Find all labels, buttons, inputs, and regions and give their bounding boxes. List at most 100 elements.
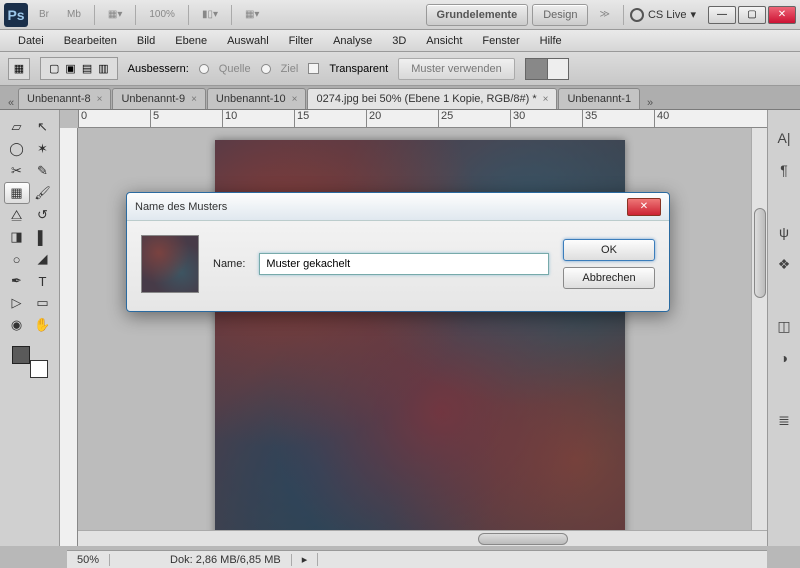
extras-icon[interactable]: ▦▾ [238, 6, 266, 23]
pattern-name-dialog: Name des Musters ✕ Name: OK Abbrechen [126, 192, 670, 312]
foreground-color[interactable] [12, 346, 30, 364]
patch-tool[interactable]: ▦ [4, 182, 30, 204]
patch-sub-icon[interactable]: ▤ [82, 62, 92, 75]
menu-3d[interactable]: 3D [382, 32, 416, 50]
menu-bild[interactable]: Bild [127, 32, 165, 50]
app-toolbar: Ps Br Mb ▦▾ 100% ▮▯▾ ▦▾ Grundelemente De… [0, 0, 800, 30]
scroll-thumb[interactable] [754, 208, 766, 298]
cslive-icon [630, 8, 644, 22]
ok-button[interactable]: OK [563, 239, 655, 261]
path-tool[interactable]: ▷ [4, 292, 30, 314]
blur-tool[interactable]: ○ [4, 248, 30, 270]
minibridge-button[interactable]: Mb [60, 6, 88, 23]
zoom-level[interactable]: 100% [142, 6, 182, 23]
options-bar: ▦ ▢ ▣ ▤ ▥ Ausbessern: Quelle Ziel Transp… [0, 52, 800, 86]
workspace-grundelemente[interactable]: Grundelemente [426, 4, 529, 26]
workspace-design[interactable]: Design [532, 4, 588, 26]
menu-analyse[interactable]: Analyse [323, 32, 382, 50]
status-zoom[interactable]: 50% [67, 554, 110, 566]
tab-unbenannt-10[interactable]: Unbenannt-10× [207, 88, 307, 109]
stamp-tool[interactable]: ⧋ [4, 204, 30, 226]
wand-tool[interactable]: ✶ [30, 138, 56, 160]
menu-datei[interactable]: Datei [8, 32, 54, 50]
window-close[interactable]: ✕ [768, 6, 796, 24]
menu-bar: Datei Bearbeiten Bild Ebene Auswahl Filt… [0, 30, 800, 52]
menu-bearbeiten[interactable]: Bearbeiten [54, 32, 127, 50]
vertical-scrollbar[interactable] [751, 128, 767, 530]
color-swatches[interactable] [10, 344, 50, 380]
radio-ziel[interactable] [261, 64, 271, 74]
menu-hilfe[interactable]: Hilfe [530, 32, 572, 50]
tab-unbenannt-8[interactable]: Unbenannt-8× [18, 88, 111, 109]
type-tool[interactable]: T [30, 270, 56, 292]
pen-tool[interactable]: ✒ [4, 270, 30, 292]
close-icon[interactable]: × [543, 94, 549, 105]
scroll-thumb[interactable] [478, 533, 568, 545]
checkbox-transparent[interactable] [308, 63, 319, 74]
pattern-swatch[interactable] [525, 58, 569, 80]
current-tool-icon[interactable]: ▦ [8, 58, 30, 80]
dodge-tool[interactable]: ◢ [30, 248, 56, 270]
menu-ansicht[interactable]: Ansicht [416, 32, 472, 50]
close-icon[interactable]: × [292, 94, 298, 105]
patch-intersect-icon[interactable]: ▥ [98, 62, 108, 75]
character-panel-icon[interactable]: A| [773, 128, 795, 148]
horizontal-scrollbar[interactable] [78, 530, 767, 546]
crop-tool[interactable]: ✂ [4, 160, 30, 182]
transparent-label: Transparent [329, 63, 388, 75]
radio-quelle[interactable] [199, 64, 209, 74]
close-icon[interactable]: × [97, 94, 103, 105]
window-minimize[interactable]: — [708, 6, 736, 24]
menu-fenster[interactable]: Fenster [472, 32, 529, 50]
patch-new-icon[interactable]: ▢ [49, 62, 59, 75]
menu-filter[interactable]: Filter [279, 32, 323, 50]
shape-tool[interactable]: ▭ [30, 292, 56, 314]
tab-active-document[interactable]: 0274.jpg bei 50% (Ebene 1 Kopie, RGB/8#)… [307, 88, 557, 109]
navigator-panel-icon[interactable]: ◫ [773, 316, 795, 336]
paragraph-panel-icon[interactable]: ¶ [773, 160, 795, 180]
brush-tool[interactable]: 🖌 [30, 182, 56, 204]
app-logo: Ps [4, 3, 28, 27]
name-label: Name: [213, 258, 245, 270]
status-menu-arrow[interactable]: ▸ [292, 553, 319, 566]
layers-panel-icon[interactable]: ≣ [773, 410, 795, 430]
lasso-tool[interactable]: ◯ [4, 138, 30, 160]
menu-auswahl[interactable]: Auswahl [217, 32, 279, 50]
muster-verwenden-button[interactable]: Muster verwenden [398, 58, 515, 80]
tab-scroll-right[interactable]: » [641, 97, 659, 109]
eyedropper-tool[interactable]: ✎ [30, 160, 56, 182]
3d-tool[interactable]: ◉ [4, 314, 30, 336]
dialog-close-button[interactable]: ✕ [627, 198, 661, 216]
canvas-area: 0510152025303540 [60, 110, 767, 546]
tab-unbenannt-9[interactable]: Unbenannt-9× [112, 88, 205, 109]
window-maximize[interactable]: ▢ [738, 6, 766, 24]
tab-scroll-left[interactable]: « [4, 97, 18, 109]
move-tool[interactable]: ▱ [4, 116, 30, 138]
close-icon[interactable]: × [191, 94, 197, 105]
cancel-button[interactable]: Abbrechen [563, 267, 655, 289]
document-tab-bar: « Unbenannt-8× Unbenannt-9× Unbenannt-10… [0, 86, 800, 110]
brushes-panel-icon[interactable]: ψ [773, 222, 795, 242]
screen-mode-icon[interactable]: ▦▾ [101, 6, 129, 23]
arrange-icon[interactable]: ▮▯▾ [195, 6, 225, 23]
menu-ebene[interactable]: Ebene [165, 32, 217, 50]
background-color[interactable] [30, 360, 48, 378]
status-docsize[interactable]: Dok: 2,86 MB/6,85 MB [160, 554, 292, 566]
pattern-name-input[interactable] [259, 253, 549, 275]
info-panel-icon[interactable]: ◑ [773, 348, 795, 368]
eraser-tool[interactable]: ◨ [4, 226, 30, 248]
status-bar: 50% Dok: 2,86 MB/6,85 MB ▸ [67, 550, 767, 568]
cslive-menu[interactable]: CS Live▾ [630, 8, 696, 22]
hand-tool[interactable]: ✋ [30, 314, 56, 336]
clone-panel-icon[interactable]: ❖ [773, 254, 795, 274]
vertical-ruler [60, 128, 78, 546]
workspace-more[interactable]: ≫ [592, 6, 616, 23]
tab-unbenannt-1[interactable]: Unbenannt-1 [558, 88, 640, 109]
gradient-tool[interactable]: ▌ [30, 226, 56, 248]
right-panel-dock: A| ¶ ψ ❖ ◫ ◑ ≣ [767, 110, 800, 546]
dialog-titlebar[interactable]: Name des Musters ✕ [127, 193, 669, 221]
patch-add-icon[interactable]: ▣ [65, 62, 75, 75]
history-brush-tool[interactable]: ↺ [30, 204, 56, 226]
bridge-button[interactable]: Br [32, 6, 56, 23]
marquee-tool[interactable]: ↖ [30, 116, 56, 138]
